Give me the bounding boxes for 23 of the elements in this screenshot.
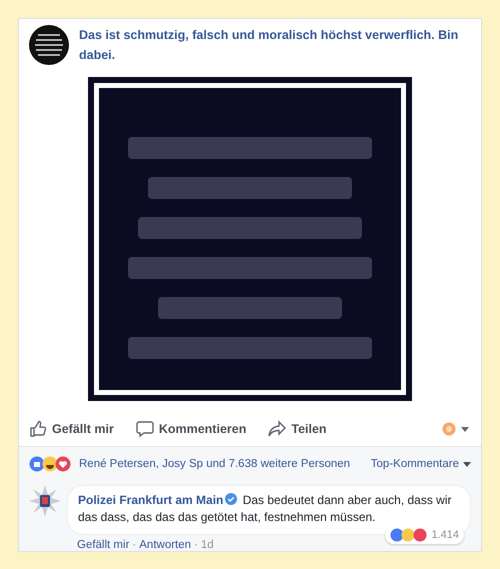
like-button[interactable]: Gefällt mir [29,420,114,438]
post-text: Das ist schmutzig, falsch und moralisch höchst verwerflich. Bin dabei. [79,27,460,64]
reaction-selector-button[interactable] [442,422,469,436]
separator-dot: · [194,539,198,551]
share-button[interactable]: Teilen [268,420,327,438]
comment-sort-dropdown[interactable]: Top-Kommentare [370,458,471,470]
reaction-icons-drawing [29,456,73,472]
caret-icon [461,426,469,432]
comment-text: Polizei Frankfurt am Main Das bedeutet dann aber auch, dass wir das dass, das das das getötet hat, festnehmen müssen. [78,492,452,526]
comment-action-link[interactable]: Gefällt mir [77,539,130,551]
share-arrow-icon [268,420,286,438]
star-badge-icon[interactable] [29,485,61,517]
comment-action-link[interactable]: Antworten [139,539,192,551]
comment-time: 1d [200,539,214,551]
author-link[interactable]: Polizei Frankfurt am Main [78,493,224,507]
separator-dot: · [132,539,136,551]
reaction-icons-drawing [390,528,428,542]
thumbs-up-icon [29,420,47,438]
speech-bubble-icon [136,420,154,438]
comment-button[interactable]: Kommentieren [136,420,246,438]
reaction-count: 1.414 [431,529,459,541]
caret-icon [463,462,471,466]
reaction-summary[interactable]: René Petersen, Josy Sp und 7.638 weitere Personen [79,458,350,470]
